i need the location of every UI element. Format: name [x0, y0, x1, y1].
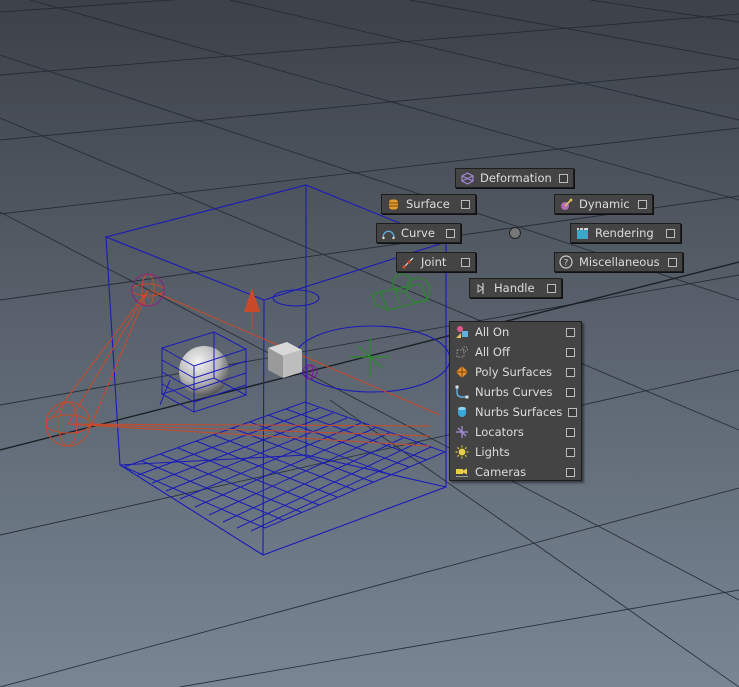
menu-item-locators[interactable]: Locators — [450, 422, 581, 442]
menu-item-nurbs-curves-label: Nurbs Curves — [475, 385, 553, 399]
radial-item-deformation[interactable]: Deformation — [455, 168, 574, 188]
menu-item-cameras-label: Cameras — [475, 465, 527, 479]
menu-item-lights[interactable]: Lights — [450, 442, 581, 462]
nurbs-curves-icon — [455, 385, 469, 399]
radial-item-curve[interactable]: Curve — [376, 223, 461, 243]
all-off-checkbox[interactable] — [566, 347, 575, 357]
menu-item-cameras[interactable]: Cameras — [450, 462, 581, 482]
surface-checkbox[interactable] — [461, 199, 470, 209]
radial-item-joint-label: Joint — [421, 255, 447, 269]
poly-surfaces-icon — [455, 365, 469, 379]
radial-item-miscellaneous-label: Miscellaneous — [579, 255, 660, 269]
cameras-icon — [455, 465, 469, 479]
radial-item-dynamic-label: Dynamic — [579, 197, 630, 211]
lights-checkbox[interactable] — [566, 447, 575, 457]
marking-menu-center — [509, 227, 521, 239]
poly-surfaces-checkbox[interactable] — [566, 367, 575, 377]
all-on-checkbox[interactable] — [566, 327, 575, 337]
nurbs-curves-checkbox[interactable] — [566, 387, 575, 397]
svg-text:?: ? — [564, 259, 569, 269]
show-menu: All On All Off Poly Surfaces Nurbs Curve… — [449, 321, 582, 481]
dynamic-checkbox[interactable] — [638, 199, 647, 209]
cameras-checkbox[interactable] — [566, 467, 575, 477]
locators-icon — [455, 425, 469, 439]
menu-item-nurbs-surfaces-label: Nurbs Surfaces — [475, 405, 563, 419]
all-on-icon — [455, 325, 469, 339]
menu-item-all-on[interactable]: All On — [450, 322, 581, 342]
lights-icon — [455, 445, 469, 459]
curve-icon — [381, 226, 395, 240]
nurbs-surfaces-icon — [455, 405, 469, 419]
menu-item-nurbs-surfaces[interactable]: Nurbs Surfaces — [450, 402, 581, 422]
viewport-3d[interactable] — [0, 0, 739, 687]
radial-item-deformation-label: Deformation — [480, 171, 552, 185]
handle-checkbox[interactable] — [547, 283, 556, 293]
radial-item-surface[interactable]: Surface — [381, 194, 476, 214]
menu-item-all-off[interactable]: All Off — [450, 342, 581, 362]
joint-checkbox[interactable] — [461, 257, 470, 267]
radial-item-joint[interactable]: Joint — [396, 252, 476, 272]
radial-item-rendering[interactable]: Rendering — [570, 223, 681, 243]
miscellaneous-checkbox[interactable] — [668, 257, 677, 267]
menu-item-poly-surfaces[interactable]: Poly Surfaces — [450, 362, 581, 382]
dynamic-icon — [559, 197, 573, 211]
deformation-checkbox[interactable] — [559, 173, 568, 183]
deformation-icon — [460, 171, 474, 185]
menu-item-all-on-label: All On — [475, 325, 510, 339]
poly-cube[interactable] — [268, 342, 302, 378]
all-off-icon — [455, 345, 469, 359]
radial-item-rendering-label: Rendering — [595, 226, 654, 240]
nurbs-surfaces-checkbox[interactable] — [568, 407, 578, 417]
menu-item-nurbs-curves[interactable]: Nurbs Curves — [450, 382, 581, 402]
menu-item-all-off-label: All Off — [475, 345, 510, 359]
joint-icon — [401, 255, 415, 269]
question-icon: ? — [559, 255, 573, 269]
locators-checkbox[interactable] — [566, 427, 575, 437]
radial-item-miscellaneous[interactable]: ? Miscellaneous — [554, 252, 683, 272]
rendering-icon — [575, 226, 589, 240]
radial-item-dynamic[interactable]: Dynamic — [554, 194, 653, 214]
surface-icon — [386, 197, 400, 211]
menu-item-lights-label: Lights — [475, 445, 510, 459]
radial-item-handle-label: Handle — [494, 281, 535, 295]
handle-icon — [474, 281, 488, 295]
menu-item-poly-surfaces-label: Poly Surfaces — [475, 365, 553, 379]
curve-checkbox[interactable] — [446, 228, 455, 238]
radial-item-surface-label: Surface — [406, 197, 450, 211]
radial-item-curve-label: Curve — [401, 226, 435, 240]
rendering-checkbox[interactable] — [666, 228, 675, 238]
menu-item-locators-label: Locators — [475, 425, 524, 439]
radial-item-handle[interactable]: Handle — [469, 278, 562, 298]
